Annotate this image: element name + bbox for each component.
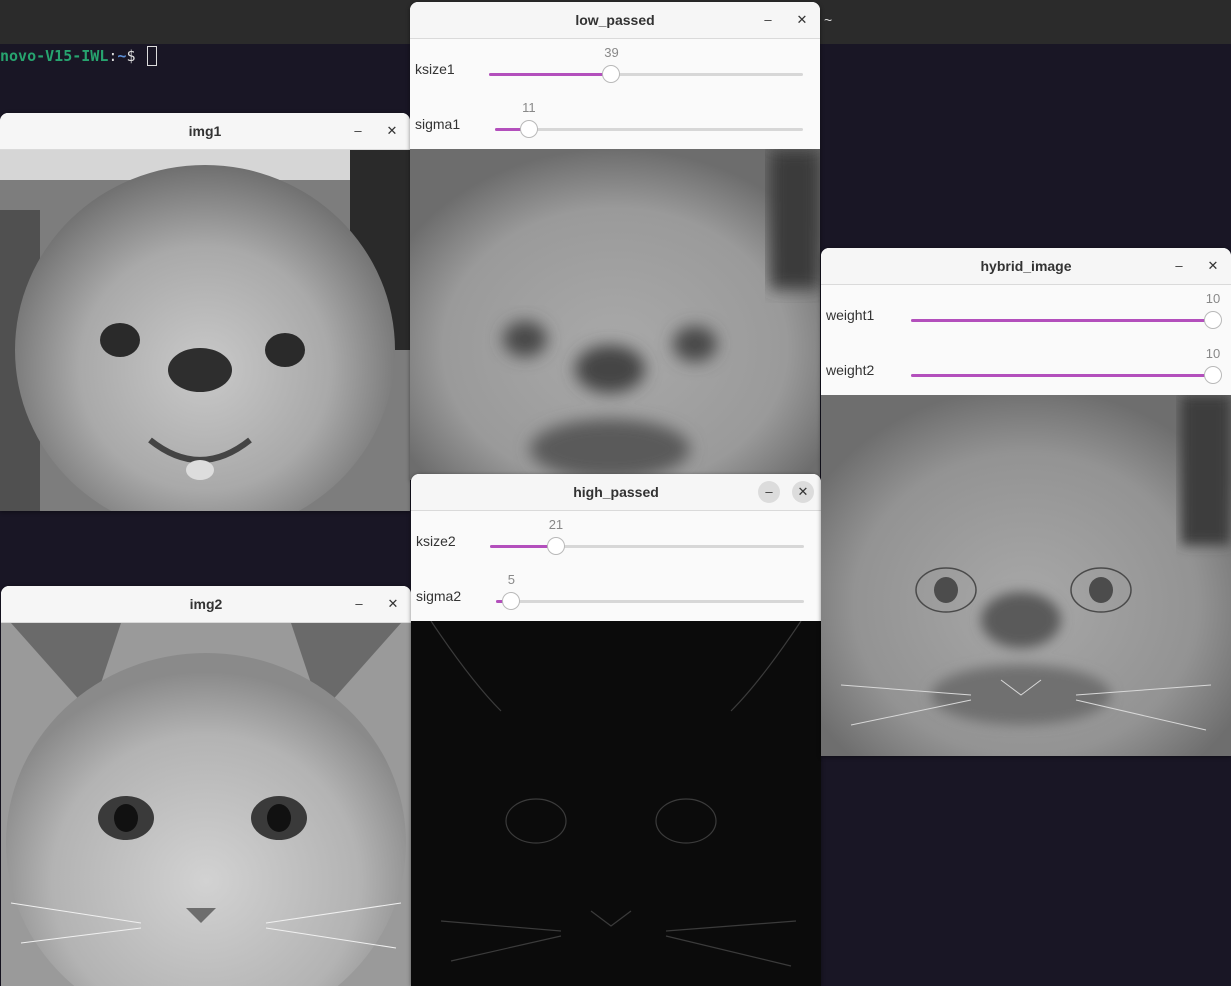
terminal-cursor xyxy=(146,46,157,66)
low-passed-titlebar[interactable]: low_passed – ✕ xyxy=(410,2,820,39)
slider-handle[interactable] xyxy=(1204,311,1222,329)
high-passed-titlebar[interactable]: high_passed – ✕ xyxy=(411,474,821,511)
prompt-host: novo-V15-IWL xyxy=(0,47,109,65)
trackbar-label: weight2 xyxy=(826,362,875,378)
close-button[interactable]: ✕ xyxy=(792,481,814,503)
trackbar-label: weight1 xyxy=(826,307,875,323)
img1-titlebar[interactable]: img1 – ✕ xyxy=(0,113,410,150)
trackbar-ksize2: ksize2 21 xyxy=(411,511,821,566)
low-passed-image xyxy=(410,149,820,480)
slider-handle[interactable] xyxy=(1204,366,1222,384)
close-button[interactable]: ✕ xyxy=(1202,255,1224,277)
slider-value: 11 xyxy=(522,100,536,115)
slider-handle[interactable] xyxy=(602,65,621,83)
minimize-button[interactable]: – xyxy=(1168,255,1190,277)
close-button[interactable]: ✕ xyxy=(382,593,404,615)
trackbar-label: ksize2 xyxy=(416,533,456,549)
slider-fill xyxy=(911,319,1213,322)
slider-handle[interactable] xyxy=(502,592,521,610)
slider-value: 10 xyxy=(1205,291,1221,306)
trackbar-panel: weight1 10 weight2 10 xyxy=(821,285,1231,395)
slider-track[interactable]: 10 xyxy=(911,291,1222,329)
topbar-title: ~ xyxy=(824,12,833,28)
slider-handle[interactable] xyxy=(546,537,565,555)
slider-value: 10 xyxy=(1205,346,1221,361)
trackbar-panel: ksize2 21 sigma2 5 xyxy=(411,511,821,621)
low-passed-window: low_passed – ✕ ksize1 39 sigma1 11 xyxy=(410,2,820,480)
minimize-button[interactable]: – xyxy=(757,9,779,31)
cat-image xyxy=(1,623,411,986)
minimize-button[interactable]: – xyxy=(758,481,780,503)
slider-value: 21 xyxy=(548,517,564,532)
slider-fill xyxy=(489,73,612,76)
high-passed-image xyxy=(411,621,821,986)
close-button[interactable]: ✕ xyxy=(381,120,403,142)
hybrid-image-titlebar[interactable]: hybrid_image – ✕ xyxy=(821,248,1231,285)
trackbar-ksize1: ksize1 39 xyxy=(410,39,820,94)
hybrid-image xyxy=(821,395,1231,756)
trackbar-label: sigma1 xyxy=(415,116,461,132)
slider-value: 39 xyxy=(604,45,619,60)
terminal-prompt[interactable]: novo-V15-IWL:~$ xyxy=(0,46,157,66)
trackbar-label: ksize1 xyxy=(415,61,455,77)
trackbar-sigma1: sigma1 11 xyxy=(410,94,820,149)
trackbar-sigma2: sigma2 5 xyxy=(411,566,821,621)
close-button[interactable]: ✕ xyxy=(791,9,813,31)
trackbar-weight1: weight1 10 xyxy=(821,285,1231,340)
high-passed-window: high_passed – ✕ ksize2 21 sigma2 5 xyxy=(411,474,821,986)
img2-window: img2 – ✕ xyxy=(1,586,411,986)
hybrid-image-window: hybrid_image – ✕ weight1 10 weight2 10 xyxy=(821,248,1231,756)
slider-track[interactable]: 11 xyxy=(495,100,803,138)
trackbar-panel: ksize1 39 sigma1 11 xyxy=(410,39,820,149)
slider-track[interactable]: 39 xyxy=(489,45,803,83)
minimize-button[interactable]: – xyxy=(348,593,370,615)
minimize-button[interactable]: – xyxy=(347,120,369,142)
img1-window: img1 – ✕ xyxy=(0,113,410,511)
slider-track[interactable]: 10 xyxy=(911,346,1222,384)
img2-titlebar[interactable]: img2 – ✕ xyxy=(1,586,411,623)
prompt-symbol: $ xyxy=(126,47,145,65)
dog-image xyxy=(0,150,410,511)
slider-track[interactable]: 21 xyxy=(490,517,804,555)
slider-value: 5 xyxy=(507,572,515,587)
slider-handle[interactable] xyxy=(519,120,538,138)
trackbar-weight2: weight2 10 xyxy=(821,340,1231,395)
slider-track[interactable]: 5 xyxy=(496,572,804,610)
slider-fill xyxy=(911,374,1213,377)
trackbar-label: sigma2 xyxy=(416,588,462,604)
